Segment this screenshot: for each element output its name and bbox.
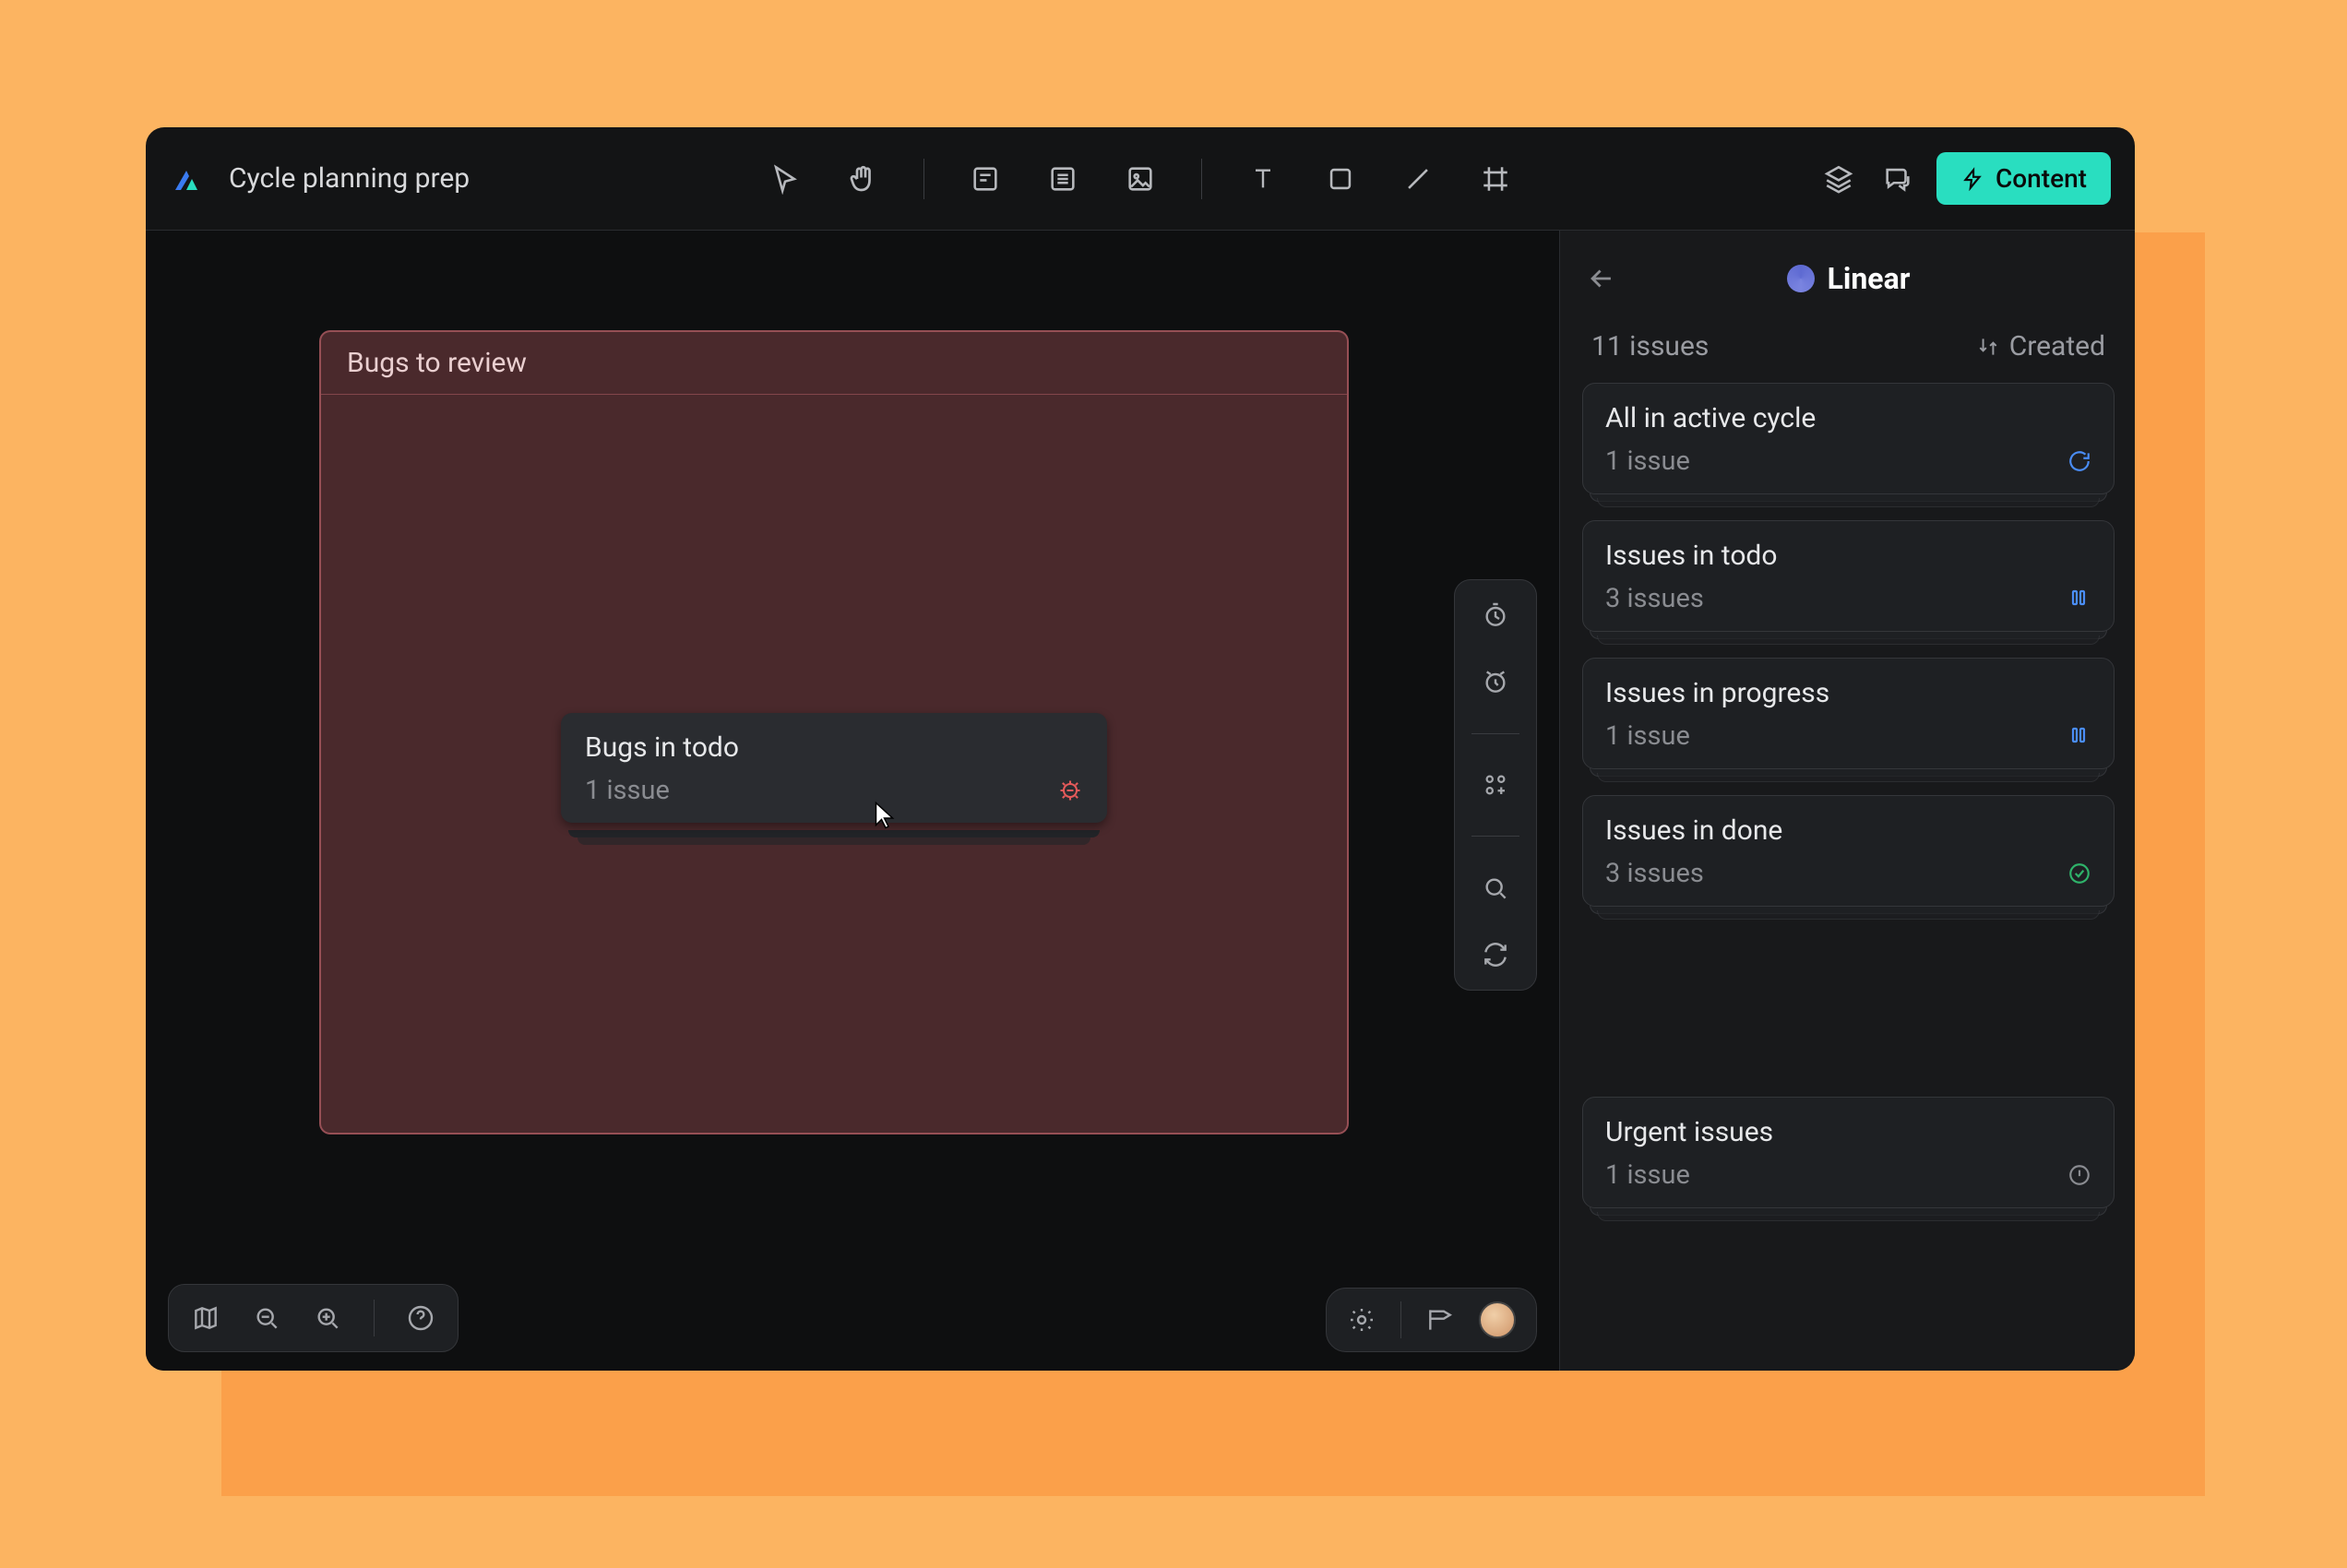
- issue-card-count: 1 issue: [1605, 1159, 1690, 1191]
- textblock-tool-icon[interactable]: [1046, 162, 1079, 196]
- issue-card[interactable]: Issues in todo 3 issues: [1582, 520, 2115, 632]
- frame-tool-icon[interactable]: [1479, 162, 1512, 196]
- issue-card-count: 3 issues: [1605, 583, 1704, 614]
- issue-card-count: 3 issues: [1605, 858, 1704, 889]
- canvas-card-bugs-in-todo[interactable]: Bugs in todo 1 issue: [561, 713, 1107, 823]
- toolbar-separator: [1400, 1301, 1401, 1338]
- hand-tool-icon[interactable]: [846, 162, 879, 196]
- done-status-icon: [2067, 861, 2091, 885]
- sort-label: Created: [2009, 330, 2105, 362]
- document-title[interactable]: Cycle planning prep: [229, 162, 470, 195]
- back-icon[interactable]: [1586, 263, 1617, 294]
- issue-list: All in active cycle 1 issue Issues in to…: [1582, 383, 2115, 1348]
- comments-icon[interactable]: [1877, 159, 1918, 199]
- shape-tool-icon[interactable]: [1324, 162, 1357, 196]
- content-button-label: Content: [1996, 163, 2087, 194]
- apps-icon[interactable]: [1482, 771, 1509, 799]
- toolbar-separator: [1201, 159, 1202, 199]
- panel-subheader: 11 issues Created: [1582, 330, 2115, 383]
- content-button[interactable]: Content: [1936, 152, 2111, 205]
- vtoolbar-separator: [1471, 836, 1519, 837]
- card-stack-shadow: [578, 837, 1090, 845]
- urgent-status-icon: [2067, 1163, 2091, 1187]
- toolbar-separator: [923, 159, 924, 199]
- map-icon[interactable]: [191, 1303, 220, 1333]
- vertical-toolbar: [1454, 579, 1537, 991]
- note-tool-icon[interactable]: [969, 162, 1002, 196]
- content-panel: Linear 11 issues Created All in active c…: [1559, 231, 2135, 1371]
- topbar-right: Content: [1818, 152, 2111, 205]
- issue-card-title: Issues in todo: [1605, 540, 2091, 572]
- issue-card[interactable]: All in active cycle 1 issue: [1582, 383, 2115, 494]
- cycle-status-icon: [2067, 449, 2091, 473]
- issue-summary: 11 issues: [1591, 330, 1709, 362]
- user-avatar[interactable]: [1479, 1301, 1516, 1338]
- cursor-tool-icon[interactable]: [768, 162, 802, 196]
- alarm-icon[interactable]: [1481, 667, 1510, 696]
- section-title[interactable]: Bugs to review: [321, 332, 1347, 395]
- settings-user-icon[interactable]: [1347, 1305, 1376, 1335]
- sync-icon[interactable]: [1481, 940, 1510, 969]
- main-toolbar: [768, 159, 1512, 199]
- vtoolbar-separator: [1471, 733, 1519, 734]
- sort-control[interactable]: Created: [1976, 330, 2105, 362]
- issue-card-title: Urgent issues: [1605, 1116, 2091, 1148]
- zoom-in-icon[interactable]: [313, 1303, 342, 1333]
- issue-card[interactable]: Urgent issues 1 issue: [1582, 1097, 2115, 1208]
- issue-card[interactable]: Issues in progress 1 issue: [1582, 658, 2115, 769]
- bottom-left-toolbar: [168, 1284, 459, 1352]
- issue-card-count: 1 issue: [1605, 720, 1690, 752]
- issue-card-title: Issues in progress: [1605, 677, 2091, 709]
- topbar: Cycle planning prep: [146, 127, 2135, 231]
- layers-icon[interactable]: [1818, 159, 1859, 199]
- card-stack-shadow: [568, 830, 1100, 837]
- cursor-pointer-icon: [869, 799, 902, 832]
- canvas-card-title: Bugs in todo: [585, 731, 1083, 764]
- help-icon[interactable]: [406, 1303, 435, 1333]
- app-body: Bugs to review Bugs in todo 1 issue: [146, 231, 2135, 1371]
- image-tool-icon[interactable]: [1124, 162, 1157, 196]
- issue-card-title: All in active cycle: [1605, 402, 2091, 434]
- search-icon[interactable]: [1481, 873, 1510, 903]
- linear-logo-icon: [1787, 265, 1815, 292]
- present-icon[interactable]: [1425, 1305, 1455, 1335]
- issue-list-gap: [1582, 932, 2115, 1071]
- app-logo-icon[interactable]: [170, 162, 203, 196]
- timer-icon[interactable]: [1481, 600, 1510, 630]
- panel-title: Linear: [1828, 261, 1911, 296]
- toolbar-separator: [374, 1300, 375, 1336]
- text-tool-icon[interactable]: [1246, 162, 1280, 196]
- sort-icon: [1976, 335, 2000, 359]
- panel-header: Linear: [1582, 253, 2115, 304]
- app-window: Cycle planning prep: [146, 127, 2135, 1371]
- issue-card-title: Issues in done: [1605, 814, 2091, 847]
- progress-status-icon: [2067, 724, 2091, 748]
- canvas[interactable]: Bugs to review Bugs in todo 1 issue: [146, 231, 1559, 1371]
- issue-card[interactable]: Issues in done 3 issues: [1582, 795, 2115, 907]
- bug-icon: [1057, 778, 1083, 803]
- todo-status-icon: [2067, 587, 2091, 611]
- bottom-right-toolbar: [1326, 1288, 1537, 1352]
- zoom-out-icon[interactable]: [252, 1303, 281, 1333]
- canvas-card-count: 1 issue: [585, 775, 670, 806]
- line-tool-icon[interactable]: [1401, 162, 1435, 196]
- issue-card-count: 1 issue: [1605, 445, 1690, 477]
